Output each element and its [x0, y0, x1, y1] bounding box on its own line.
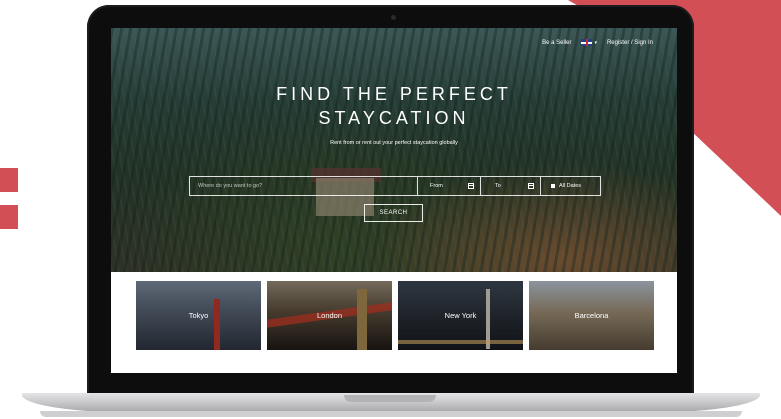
- city-name: Barcelona: [574, 311, 609, 320]
- headline-line2: STAYCATION: [318, 108, 470, 128]
- city-list: Tokyo London New York Barcelona: [136, 281, 656, 350]
- to-date-field[interactable]: To: [480, 177, 540, 195]
- headline-line1: FIND THE PERFECT: [276, 84, 512, 104]
- top-navigation: Be a Seller ▾ Register / Sign In: [542, 39, 653, 46]
- hero-tagline: Rent from or rent out your perfect stayc…: [330, 140, 458, 146]
- laptop-notch: [344, 395, 436, 402]
- to-label: To: [495, 183, 501, 189]
- hero-headline: FIND THE PERFECT STAYCATION: [111, 82, 677, 130]
- register-signin-link[interactable]: Register / Sign In: [607, 40, 653, 46]
- city-name: London: [316, 311, 343, 320]
- laptop-shadow: [40, 411, 742, 417]
- all-dates-label: All Dates: [559, 183, 582, 189]
- city-name: Tokyo: [188, 311, 209, 320]
- website-screen: Be a Seller ▾ Register / Sign In FIND TH…: [111, 28, 677, 373]
- search-bar: Where do you want to go? From To All Dat…: [189, 176, 601, 196]
- be-seller-link[interactable]: Be a Seller: [542, 40, 571, 46]
- decorative-red-bar: [0, 205, 18, 229]
- uk-flag-icon: [581, 39, 593, 46]
- from-label: From: [430, 183, 443, 189]
- city-card-tokyo[interactable]: Tokyo: [136, 281, 261, 350]
- hero-overlay: [111, 28, 677, 272]
- chevron-down-icon: ▾: [594, 39, 597, 46]
- city-card-new-york[interactable]: New York: [398, 281, 523, 350]
- language-selector[interactable]: ▾: [581, 39, 597, 46]
- hero-section: Be a Seller ▾ Register / Sign In FIND TH…: [111, 28, 677, 272]
- from-date-field[interactable]: From: [417, 177, 480, 195]
- city-name: New York: [444, 311, 477, 320]
- city-card-barcelona[interactable]: Barcelona: [529, 281, 654, 350]
- checkbox-icon: [551, 184, 555, 188]
- camera-icon: [391, 15, 396, 20]
- calendar-icon: [468, 183, 474, 189]
- destination-input[interactable]: Where do you want to go?: [190, 177, 417, 195]
- search-button[interactable]: SEARCH: [364, 204, 423, 222]
- city-card-london[interactable]: London: [267, 281, 392, 350]
- decorative-red-bar: [0, 168, 18, 192]
- calendar-icon: [528, 183, 534, 189]
- all-dates-checkbox[interactable]: All Dates: [540, 177, 600, 195]
